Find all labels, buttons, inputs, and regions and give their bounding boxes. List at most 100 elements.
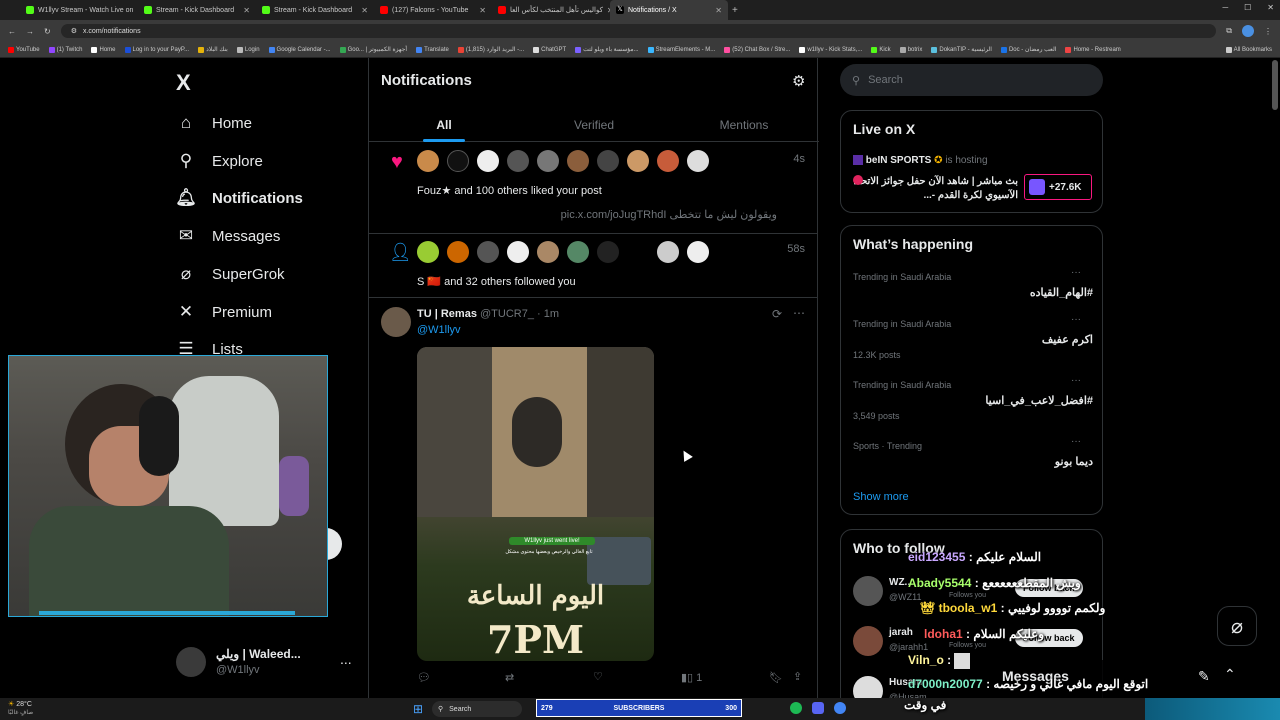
- close-window-icon[interactable]: ✕: [1267, 3, 1274, 12]
- more-icon[interactable]: ···: [1071, 375, 1081, 386]
- spotify-icon[interactable]: [790, 702, 802, 714]
- bookmark-item[interactable]: botrix: [899, 46, 922, 53]
- mention-link[interactable]: @W1llyv: [417, 324, 461, 336]
- start-button-icon[interactable]: ⊞: [413, 702, 423, 716]
- close-icon[interactable]: ✕: [479, 6, 486, 15]
- avatar[interactable]: [597, 150, 619, 172]
- browser-tab[interactable]: (127) Falcons - YouTube ✕: [374, 0, 492, 20]
- maximize-icon[interactable]: ☐: [1244, 3, 1251, 12]
- bookmark-item[interactable]: البريد الوارد (1,815) -...: [457, 46, 524, 53]
- bookmark-item[interactable]: مؤسسة باء ويلو لتت...: [575, 46, 639, 53]
- avatar[interactable]: [477, 241, 499, 263]
- minimize-icon[interactable]: ─: [1222, 3, 1228, 12]
- browser-tab[interactable]: Stream - Kick Dashboard ✕: [256, 0, 374, 20]
- tab-all[interactable]: All: [369, 108, 519, 142]
- expand-icon[interactable]: ⌃: [1224, 666, 1236, 683]
- post-time[interactable]: · 1m: [537, 308, 559, 320]
- repost-icon[interactable]: ⟳: [772, 307, 782, 321]
- more-icon[interactable]: ···: [1071, 314, 1081, 325]
- grok-button[interactable]: ⌀: [1217, 606, 1257, 646]
- discord-icon[interactable]: [812, 702, 824, 714]
- more-icon[interactable]: ...: [340, 651, 352, 667]
- avatar[interactable]: [477, 150, 499, 172]
- weather-widget[interactable]: ☀ 28°C صافٍ غالبًا: [8, 701, 33, 717]
- extensions-icon[interactable]: ⧉: [1226, 26, 1232, 36]
- tab-mentions[interactable]: Mentions: [669, 108, 819, 141]
- avatar[interactable]: [447, 150, 469, 172]
- avatar[interactable]: [447, 241, 469, 263]
- tab-verified[interactable]: Verified: [519, 108, 669, 141]
- live-host[interactable]: beIN SPORTS ✪ is hosting: [853, 155, 988, 166]
- browser-tab[interactable]: W1llyv Stream - Watch Live on✕: [20, 0, 138, 20]
- post-image[interactable]: W1llyv just went live! تابع الغالي والرخ…: [417, 347, 654, 661]
- forward-icon[interactable]: →: [26, 27, 34, 36]
- trend-item[interactable]: Trending in Saudi Arabia ··· #افضل_لاعب_ف…: [853, 375, 1093, 430]
- views-stat[interactable]: ▮▯ 1: [681, 671, 702, 684]
- nav-home[interactable]: ⌂ Home: [176, 113, 252, 133]
- avatar[interactable]: [687, 150, 709, 172]
- scrollbar[interactable]: [1272, 60, 1278, 110]
- trend-item[interactable]: Sports · Trending ··· ديما بونو: [853, 436, 1093, 481]
- show-more-link[interactable]: Show more: [853, 491, 909, 503]
- reload-icon[interactable]: ↻: [44, 27, 51, 36]
- bookmark-item[interactable]: Goo... | أجهزة الكمبيوتر: [339, 46, 407, 53]
- bookmark-item[interactable]: Google Calendar -...: [268, 46, 331, 53]
- avatar[interactable]: [627, 241, 649, 263]
- more-icon[interactable]: ···: [1071, 436, 1081, 447]
- close-icon[interactable]: ✕: [243, 6, 250, 15]
- search-input[interactable]: ⚲ Search: [840, 64, 1103, 96]
- avatar[interactable]: [537, 241, 559, 263]
- menu-icon[interactable]: ⋮: [1264, 27, 1272, 36]
- settings-gear-icon[interactable]: ⚙: [792, 72, 805, 90]
- browser-tab[interactable]: Stream - Kick Dashboard ✕: [138, 0, 256, 20]
- avatar[interactable]: [507, 241, 529, 263]
- avatar[interactable]: [567, 241, 589, 263]
- bookmark-item[interactable]: بنك البلاد: [198, 46, 228, 53]
- trend-item[interactable]: Trending in Saudi Arabia ··· اكرم عفيف 12…: [853, 314, 1093, 369]
- more-icon[interactable]: ···: [1071, 267, 1081, 278]
- avatar[interactable]: [417, 241, 439, 263]
- new-tab-button[interactable]: +: [732, 5, 738, 16]
- bookmark-icon[interactable]: 🔖︎: [769, 671, 783, 684]
- back-icon[interactable]: ←: [8, 27, 16, 36]
- post-author-handle[interactable]: @TUCR7_: [480, 308, 534, 320]
- close-icon[interactable]: ✕: [715, 6, 722, 15]
- live-title[interactable]: بث مباشر | شاهد الآن حفل جوائز الاتحاد ا…: [853, 175, 1018, 203]
- browser-tab-active[interactable]: 𝕏 Notifications / X ✕: [610, 0, 728, 20]
- profile-avatar[interactable]: [1242, 25, 1254, 37]
- compose-message-icon[interactable]: ✎: [1198, 668, 1210, 685]
- close-icon[interactable]: ✕: [361, 6, 368, 15]
- avatar[interactable]: [417, 150, 439, 172]
- bookmark-item[interactable]: StreamElements - M...: [647, 46, 715, 53]
- avatar[interactable]: [597, 241, 619, 263]
- bookmark-item[interactable]: YouTube: [8, 46, 40, 53]
- like-icon[interactable]: ♡: [593, 670, 603, 683]
- nav-notifications[interactable]: 🔔︎ Notifications: [175, 188, 303, 208]
- browser-tab[interactable]: كواليس تأهل المنتخب لكأس العا✕: [492, 0, 610, 20]
- avatar[interactable]: [507, 150, 529, 172]
- avatar[interactable]: [537, 150, 559, 172]
- bookmark-item[interactable]: Home - Restream: [1065, 46, 1121, 53]
- bookmark-item[interactable]: Doc - العب رمضان: [1000, 46, 1056, 53]
- share-icon[interactable]: ⇪: [793, 670, 802, 683]
- more-options-icon[interactable]: ⋯: [793, 306, 805, 320]
- live-listeners[interactable]: +27.6K: [1024, 174, 1092, 200]
- bookmark-item[interactable]: Translate: [416, 46, 449, 53]
- site-info-icon[interactable]: ⚙: [71, 27, 77, 35]
- bookmark-item[interactable]: (52) Chat Box / Stre...: [724, 46, 790, 53]
- avatar[interactable]: [657, 241, 679, 263]
- trend-item[interactable]: Trending in Saudi Arabia ··· #الهام_القيا…: [853, 267, 1093, 312]
- x-logo-icon[interactable]: X: [176, 70, 191, 96]
- bookmark-item[interactable]: w1llyv - Kick Stats,...: [799, 46, 862, 53]
- avatar[interactable]: [567, 150, 589, 172]
- quoted-post-text[interactable]: ويقولون ليش ما تتخطى pic.x.com/joJugTRhd…: [561, 208, 777, 221]
- bookmark-item[interactable]: Login: [236, 46, 260, 53]
- bookmark-item[interactable]: (1) Twitch: [48, 46, 82, 53]
- url-field[interactable]: ⚙ x.com/notifications: [60, 24, 1217, 38]
- nav-supergrok[interactable]: ⌀ SuperGrok: [176, 264, 285, 284]
- nav-premium[interactable]: ✕ Premium: [176, 302, 272, 322]
- account-switcher[interactable]: ويلي | Waleed... @W1llyv ...: [176, 645, 361, 681]
- bookmark-item[interactable]: Home: [91, 46, 116, 53]
- avatar[interactable]: [627, 150, 649, 172]
- chrome-icon[interactable]: [834, 702, 846, 714]
